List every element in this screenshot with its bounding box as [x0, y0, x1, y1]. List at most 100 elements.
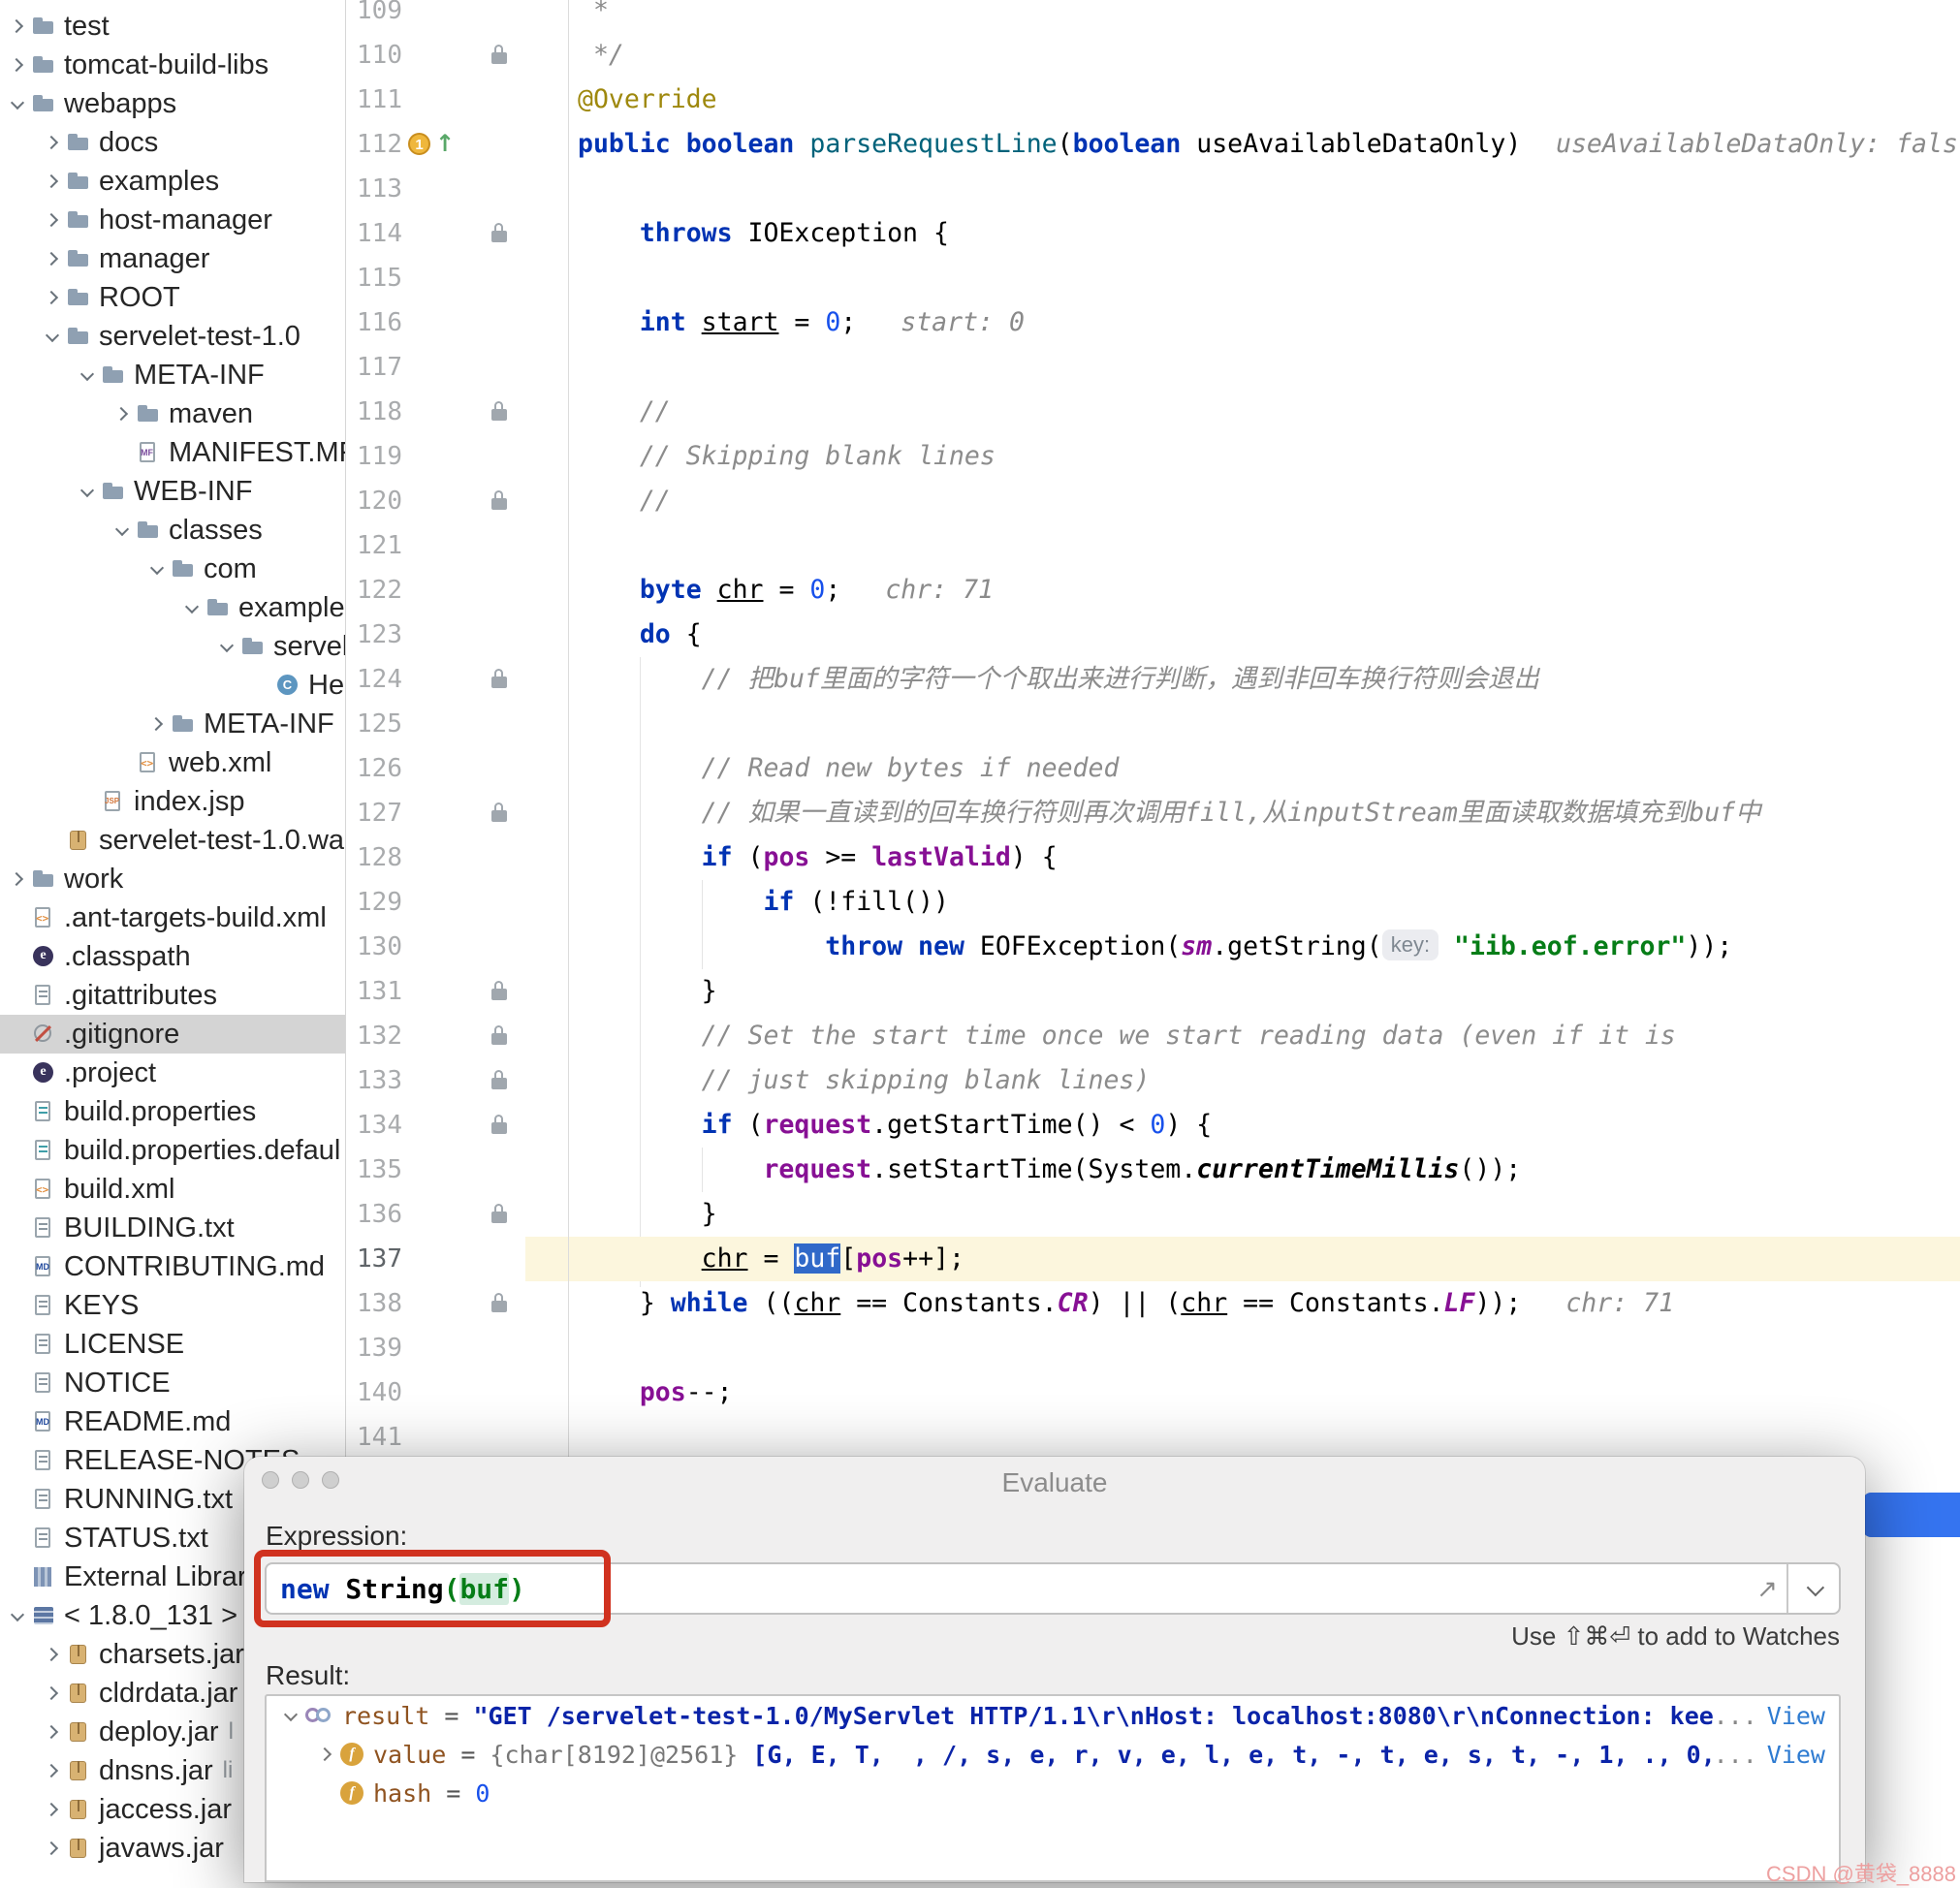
tree-item[interactable]: .project: [0, 1054, 345, 1092]
chevron-right-icon[interactable]: [311, 1743, 340, 1766]
chevron-down-icon[interactable]: [276, 1704, 305, 1727]
code-line[interactable]: } while ((chr == Constants.CR) || (chr =…: [569, 1281, 1960, 1326]
gutter-line[interactable]: 130: [346, 925, 569, 969]
tree-item[interactable]: build.xml: [0, 1170, 345, 1209]
gutter-line[interactable]: 132: [346, 1014, 569, 1058]
tree-item[interactable]: ROOT: [0, 278, 345, 317]
expression-text[interactable]: new String(buf): [267, 1573, 1748, 1605]
chevron-down-icon[interactable]: [110, 518, 135, 543]
chevron-right-icon[interactable]: [40, 285, 65, 310]
chevron-right-icon[interactable]: [40, 169, 65, 194]
gutter-line[interactable]: 111: [346, 78, 569, 122]
chevron-down-icon[interactable]: [40, 324, 65, 349]
view-link[interactable]: View: [1767, 1702, 1825, 1730]
chevron-right-icon[interactable]: [110, 401, 135, 426]
gutter-line[interactable]: 110: [346, 33, 569, 78]
tree-item[interactable]: test: [0, 7, 345, 46]
code-line[interactable]: throw new EOFException(sm.getString(key:…: [569, 925, 1960, 969]
code-line[interactable]: [569, 1326, 1960, 1370]
tree-item[interactable]: work: [0, 860, 345, 898]
code-line[interactable]: do {: [569, 613, 1960, 657]
gutter-line[interactable]: 123: [346, 613, 569, 657]
code-line[interactable]: int start = 0;start: 0: [569, 300, 1960, 345]
expression-history-dropdown-button[interactable]: [1786, 1564, 1839, 1613]
code-line[interactable]: // 把buf里面的字符一个个取出来进行判断，遇到非回车换行符则会退出: [569, 657, 1960, 702]
code-line[interactable]: // just skipping blank lines): [569, 1058, 1960, 1103]
chevron-down-icon[interactable]: [5, 91, 30, 116]
tree-item[interactable]: WEB-INF: [0, 472, 345, 511]
code-line[interactable]: */: [569, 33, 1960, 78]
code-line[interactable]: [569, 1415, 1960, 1460]
result-row[interactable]: result = "GET /servelet-test-1.0/MyServl…: [267, 1696, 1839, 1735]
tree-item[interactable]: servel: [0, 627, 345, 666]
gutter-line[interactable]: 136: [346, 1192, 569, 1237]
gutter-line[interactable]: 122: [346, 568, 569, 613]
chevron-right-icon[interactable]: [40, 1836, 65, 1861]
gutter-line[interactable]: 116: [346, 300, 569, 345]
gutter-line[interactable]: 129: [346, 880, 569, 925]
tree-item[interactable]: META-INF: [0, 705, 345, 743]
chevron-right-icon[interactable]: [40, 1797, 65, 1822]
gutter-line[interactable]: 137: [346, 1237, 569, 1281]
view-link[interactable]: View: [1767, 1741, 1825, 1769]
gutter-line[interactable]: 121: [346, 523, 569, 568]
tree-item[interactable]: .classpath: [0, 937, 345, 976]
code-line[interactable]: // Skipping blank lines: [569, 434, 1960, 479]
chevron-right-icon[interactable]: [144, 711, 170, 737]
code-line[interactable]: chr = buf[pos++];: [569, 1237, 1960, 1281]
gutter-line[interactable]: 138: [346, 1281, 569, 1326]
gutter-line[interactable]: 126: [346, 746, 569, 791]
chevron-right-icon[interactable]: [5, 52, 30, 78]
code-line[interactable]: request.setStartTime(System.currentTimeM…: [569, 1148, 1960, 1192]
gutter-line[interactable]: 114: [346, 211, 569, 256]
tree-item-selected[interactable]: .gitignore: [0, 1015, 345, 1054]
tree-item[interactable]: maven: [0, 394, 345, 433]
tree-item[interactable]: build.properties.defaul: [0, 1131, 345, 1170]
gutter-line[interactable]: 109: [346, 0, 569, 33]
code-line[interactable]: pos--;: [569, 1370, 1960, 1415]
expand-editor-icon[interactable]: ↗: [1748, 1574, 1786, 1604]
chevron-right-icon[interactable]: [40, 1681, 65, 1706]
tree-item[interactable]: .gitattributes: [0, 976, 345, 1015]
code-line[interactable]: @Override: [569, 78, 1960, 122]
code-line[interactable]: }: [569, 1192, 1960, 1237]
chevron-right-icon[interactable]: [40, 246, 65, 271]
gutter-line[interactable]: 140: [346, 1370, 569, 1415]
gutter-line[interactable]: 131: [346, 969, 569, 1014]
code-line[interactable]: if (!fill()): [569, 880, 1960, 925]
tree-item[interactable]: index.jsp: [0, 782, 345, 821]
result-row[interactable]: fvalue = {char[8192]@2561} [G, E, T, , /…: [267, 1735, 1839, 1774]
gutter-line[interactable]: 135: [346, 1148, 569, 1192]
gutter-line[interactable]: 127: [346, 791, 569, 835]
tree-item[interactable]: .ant-targets-build.xml: [0, 898, 345, 937]
tree-item[interactable]: servelet-test-1.0.wa: [0, 821, 345, 860]
code-line[interactable]: if (request.getStartTime() < 0) {: [569, 1103, 1960, 1148]
tree-item[interactable]: LICENSE: [0, 1325, 345, 1364]
code-line[interactable]: // Read new bytes if needed: [569, 746, 1960, 791]
tree-item[interactable]: META-INF: [0, 356, 345, 394]
chevron-right-icon[interactable]: [40, 1642, 65, 1667]
code-line[interactable]: //: [569, 479, 1960, 523]
code-line[interactable]: }: [569, 969, 1960, 1014]
tree-item[interactable]: CONTRIBUTING.md: [0, 1247, 345, 1286]
tree-item[interactable]: README.md: [0, 1402, 345, 1441]
code-line[interactable]: byte chr = 0;chr: 71: [569, 568, 1960, 613]
gutter-line[interactable]: 1121↑: [346, 122, 569, 167]
gutter-line[interactable]: 117: [346, 345, 569, 390]
tree-item[interactable]: examples: [0, 162, 345, 201]
gutter-line[interactable]: 139: [346, 1326, 569, 1370]
tree-item[interactable]: NOTICE: [0, 1364, 345, 1402]
tree-item[interactable]: KEYS: [0, 1286, 345, 1325]
chevron-right-icon[interactable]: [40, 1758, 65, 1783]
tree-item[interactable]: host-manager: [0, 201, 345, 239]
tree-item[interactable]: manager: [0, 239, 345, 278]
tree-item[interactable]: com: [0, 550, 345, 588]
gutter-line[interactable]: 124: [346, 657, 569, 702]
tree-item[interactable]: MANIFEST.MF: [0, 433, 345, 472]
expression-input[interactable]: new String(buf) ↗: [265, 1562, 1841, 1615]
result-row[interactable]: fhash = 0: [267, 1774, 1839, 1812]
code-line[interactable]: [569, 702, 1960, 746]
chevron-down-icon[interactable]: [144, 556, 170, 582]
code-line[interactable]: // Set the start time once we start read…: [569, 1014, 1960, 1058]
tree-item[interactable]: example: [0, 588, 345, 627]
